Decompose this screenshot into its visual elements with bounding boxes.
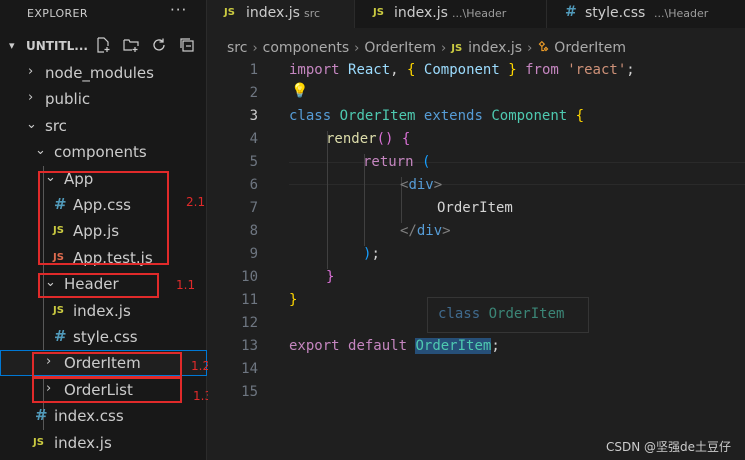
chevron-down-icon: ▾ <box>9 39 15 52</box>
annotation-label-2-1: 2.1 <box>186 195 206 209</box>
line-number: 13 <box>241 338 258 354</box>
line-number: 14 <box>241 361 258 377</box>
tree-item-label: index.css <box>54 407 124 425</box>
tab-label: index.js <box>246 5 300 21</box>
code-line-7: OrderItem <box>437 200 513 216</box>
chevron-down-icon: ⌄ <box>26 117 37 132</box>
collapse-all-icon[interactable] <box>177 37 197 57</box>
watermark: CSDN @坚强de土豆仔 <box>606 440 732 454</box>
tree-item-label: src <box>45 117 67 135</box>
indent-guide <box>327 131 328 269</box>
breadcrumb-file[interactable]: index.js <box>468 40 522 56</box>
code-line-10: } <box>326 269 335 285</box>
js-file-icon: JS <box>451 42 463 54</box>
line-number: 9 <box>249 246 258 262</box>
line-number: 4 <box>249 131 258 147</box>
tree-file-index-css[interactable]: # index.css <box>0 403 207 429</box>
tree-item-label: index.js <box>73 302 131 320</box>
tab-index-js-header[interactable]: JS index.js ...\Header <box>355 0 547 28</box>
new-file-icon[interactable] <box>93 37 113 57</box>
annotation-box-orderitem <box>32 352 182 378</box>
chevron-right-icon: › <box>441 40 447 56</box>
line-number: 1 <box>249 62 258 78</box>
code-line-9: ); <box>363 246 380 262</box>
annotation-box-app <box>38 171 169 265</box>
line-number: 8 <box>249 223 258 239</box>
tab-index-js-src[interactable]: JS index.js src <box>208 0 355 28</box>
tree-folder-components[interactable]: ⌄ components <box>0 139 207 165</box>
chevron-right-icon: › <box>28 64 34 79</box>
js-file-icon: JS <box>224 7 235 18</box>
js-file-icon: JS <box>33 437 44 448</box>
line-number: 5 <box>249 154 258 170</box>
line-number: 7 <box>249 200 258 216</box>
editor-tabs: JS index.js src JS index.js ...\Header #… <box>208 0 745 28</box>
breadcrumb-components[interactable]: components <box>263 40 350 56</box>
tree-item-label: components <box>54 143 147 161</box>
tab-description: ...\Header <box>452 7 507 20</box>
current-line-highlight <box>289 162 745 185</box>
code-line-5: return ( <box>363 154 431 170</box>
tab-description: ...\Header <box>654 7 709 20</box>
new-folder-icon[interactable] <box>121 37 141 57</box>
chevron-right-icon: › <box>28 90 34 105</box>
tree-file-header-style-css[interactable]: # style.css <box>0 324 207 350</box>
line-number: 10 <box>241 269 258 285</box>
chevron-right-icon: › <box>354 40 360 56</box>
breadcrumb-orderitem[interactable]: OrderItem <box>364 40 436 56</box>
tree-file-index-js[interactable]: JS index.js <box>0 430 207 456</box>
tab-label: style.css <box>585 5 646 21</box>
line-number: 2 <box>249 85 258 101</box>
code-line-3: class OrderItem extends Component { <box>289 108 585 124</box>
js-file-icon: JS <box>53 305 64 316</box>
annotation-box-orderlist <box>32 377 182 403</box>
code-line-1: import React, { Component } from 'react'… <box>289 62 635 78</box>
breadcrumb-src[interactable]: src <box>227 40 247 56</box>
tree-item-label: node_modules <box>45 64 154 82</box>
code-line-11: } <box>289 292 298 308</box>
line-number: 11 <box>241 292 258 308</box>
line-number: 6 <box>249 177 258 193</box>
css-file-icon: # <box>565 4 577 20</box>
code-line-4: render() { <box>326 131 411 147</box>
breadcrumb: src › components › OrderItem › JS index.… <box>227 38 626 58</box>
tree-item-label: index.js <box>54 434 112 452</box>
project-name: UNTITL... <box>26 39 88 53</box>
tree-item-label: public <box>45 90 91 108</box>
tree-folder-node-modules[interactable]: › node_modules <box>0 60 207 86</box>
line-number: 3 <box>249 108 258 124</box>
annotation-label-1-1: 1.1 <box>176 278 196 292</box>
code-line-13: export default OrderItem; <box>289 338 500 354</box>
tab-label: index.js <box>394 5 448 21</box>
tree-folder-public[interactable]: › public <box>0 86 207 112</box>
explorer-header: EXPLORER ··· <box>0 0 207 28</box>
refresh-icon[interactable] <box>149 37 169 57</box>
hover-tooltip: class OrderItem <box>427 297 589 333</box>
chevron-down-icon: ⌄ <box>35 143 46 158</box>
project-root-row[interactable]: ▾ UNTITL... <box>0 36 207 58</box>
class-symbol-icon <box>537 40 550 57</box>
css-file-icon: # <box>35 406 48 424</box>
project-actions <box>93 37 197 57</box>
line-number: 12 <box>241 315 258 331</box>
tree-folder-src[interactable]: ⌄ src <box>0 113 207 139</box>
code-line-6: <div> <box>400 177 443 193</box>
js-file-icon: JS <box>373 7 384 18</box>
chevron-right-icon: › <box>252 40 258 56</box>
annotation-box-header <box>38 273 159 298</box>
css-file-icon: # <box>54 327 67 345</box>
tree-item-label: style.css <box>73 328 138 346</box>
lightbulb-icon[interactable]: 💡 <box>291 83 308 99</box>
code-editor[interactable]: 1 2 3 4 5 6 7 8 9 10 11 12 13 14 15 💡 im… <box>208 58 745 460</box>
tree-file-header-index-js[interactable]: JS index.js <box>0 298 207 324</box>
explorer-title: EXPLORER <box>27 7 88 20</box>
chevron-right-icon: › <box>527 40 533 56</box>
code-line-8: </div> <box>400 223 451 239</box>
tab-description: src <box>304 7 321 20</box>
breadcrumb-symbol[interactable]: OrderItem <box>554 40 626 56</box>
more-actions-icon[interactable]: ··· <box>170 1 187 19</box>
line-number: 15 <box>241 384 258 400</box>
tab-style-css-header[interactable]: # style.css ...\Header <box>547 0 745 28</box>
